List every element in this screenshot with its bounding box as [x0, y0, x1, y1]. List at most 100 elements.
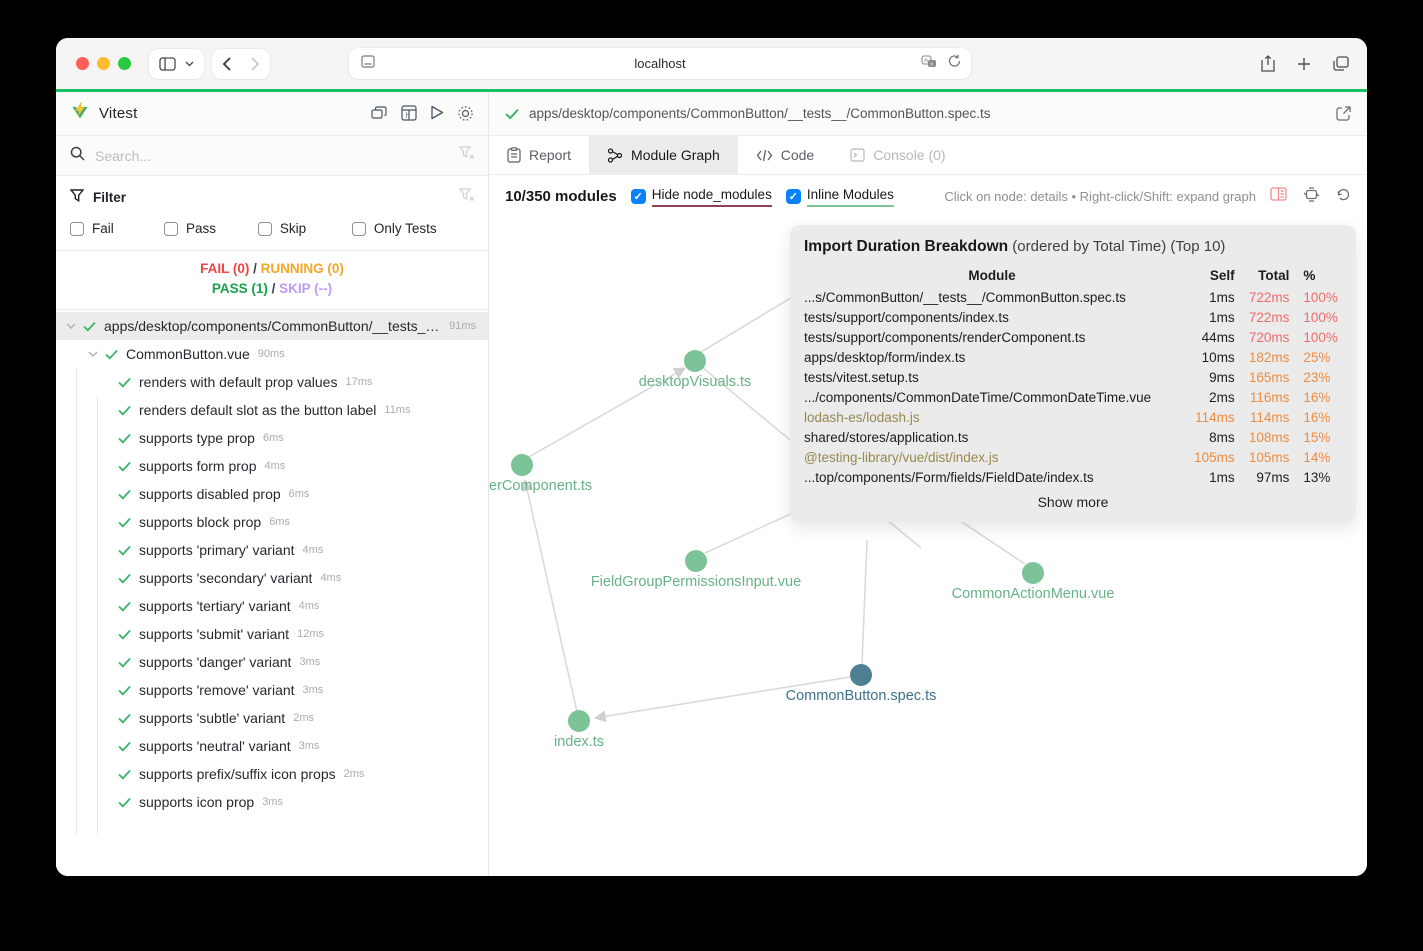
pass-check-icon	[118, 489, 131, 500]
graph-node[interactable]	[1022, 562, 1044, 584]
tab-report[interactable]: Report	[489, 136, 589, 174]
filter-label: Skip	[280, 221, 306, 236]
minimize-window-button[interactable]	[97, 57, 110, 70]
chevron-down-icon[interactable]	[66, 323, 76, 330]
test-row[interactable]: supports block prop6ms	[56, 508, 488, 536]
address-bar[interactable]: localhost Ax	[349, 48, 971, 79]
forward-icon[interactable]	[251, 57, 260, 71]
app-title: Vitest	[99, 105, 137, 122]
filter-checkbox-pass[interactable]: Pass	[164, 221, 258, 236]
skip-count: SKIP (--)	[279, 281, 332, 296]
graph-node[interactable]	[568, 710, 590, 732]
graph-node[interactable]	[850, 664, 872, 686]
graph-node-label[interactable]: erComponent.ts	[489, 478, 592, 494]
test-row[interactable]: supports 'danger' variant3ms	[56, 648, 488, 676]
tab-module-graph[interactable]: Module Graph	[589, 136, 738, 174]
filter-checkbox-fail[interactable]: Fail	[70, 221, 164, 236]
test-row[interactable]: supports type prop6ms	[56, 424, 488, 452]
test-label: supports 'secondary' variant	[139, 570, 312, 586]
clear-search-filter-icon[interactable]	[459, 146, 474, 165]
graph-node[interactable]	[685, 550, 707, 572]
clear-filter-icon[interactable]	[459, 188, 474, 207]
pass-check-icon	[118, 377, 131, 388]
graph-node[interactable]	[684, 350, 706, 372]
close-window-button[interactable]	[76, 57, 89, 70]
breakdown-row[interactable]: @testing-library/vue/dist/index.js105ms1…	[804, 447, 1342, 467]
sidebar: Vitest ⺊	[56, 92, 489, 876]
pass-check-icon	[118, 433, 131, 444]
breakdown-row[interactable]: apps/desktop/form/index.ts10ms182ms25%	[804, 347, 1342, 367]
self-cell: 1ms	[1180, 467, 1235, 487]
breakdown-row[interactable]: ...s/CommonButton/__tests__/CommonButton…	[804, 287, 1342, 307]
open-in-editor-icon[interactable]	[1336, 106, 1351, 121]
module-cell: apps/desktop/form/index.ts	[804, 347, 1180, 367]
col-self: Self	[1180, 266, 1235, 287]
breakdown-row[interactable]: .../components/CommonDateTime/CommonDate…	[804, 387, 1342, 407]
graph-node-label[interactable]: desktopVisuals.ts	[639, 374, 752, 390]
test-row[interactable]: supports prefix/suffix icon props2ms	[56, 760, 488, 788]
reload-icon[interactable]	[948, 54, 961, 73]
test-row[interactable]: supports disabled prop6ms	[56, 480, 488, 508]
filter-checkbox-skip[interactable]: Skip	[258, 221, 352, 236]
pass-check-icon	[118, 797, 131, 808]
sidebar-toggle-button[interactable]	[149, 49, 204, 79]
breakdown-row[interactable]: tests/support/components/index.ts1ms722m…	[804, 307, 1342, 327]
browser-toolbar: localhost Ax	[56, 38, 1367, 89]
tabs-overview-icon[interactable]	[1333, 56, 1349, 71]
test-row[interactable]: supports 'neutral' variant3ms	[56, 732, 488, 760]
graph-node-label[interactable]: FieldGroupPermissionsInput.vue	[591, 574, 801, 590]
tab-code[interactable]: Code	[738, 136, 832, 174]
hide-node-modules-checkbox[interactable]: ✓ Hide node_modules	[631, 187, 772, 207]
test-row[interactable]: supports 'submit' variant12ms	[56, 620, 488, 648]
new-tab-icon[interactable]	[1297, 57, 1311, 71]
back-icon[interactable]	[222, 57, 231, 71]
export-graph-icon[interactable]	[1303, 187, 1320, 207]
show-more-button[interactable]: Show more	[804, 487, 1342, 512]
test-row[interactable]: supports icon prop3ms	[56, 788, 488, 816]
theme-toggle-icon[interactable]	[457, 105, 474, 122]
test-row[interactable]: supports 'subtle' variant2ms	[56, 704, 488, 732]
module-cell: lodash-es/lodash.js	[804, 407, 1180, 427]
zoom-window-button[interactable]	[118, 57, 131, 70]
module-cell: @testing-library/vue/dist/index.js	[804, 447, 1180, 467]
breakdown-row[interactable]: shared/stores/application.ts8ms108ms15%	[804, 427, 1342, 447]
test-row[interactable]: renders with default prop values17ms	[56, 368, 488, 396]
total-cell: 114ms	[1235, 407, 1290, 427]
self-cell: 8ms	[1180, 427, 1235, 447]
breakdown-row[interactable]: ...top/components/Form/fields/FieldDate/…	[804, 467, 1342, 487]
test-row[interactable]: supports 'secondary' variant4ms	[56, 564, 488, 592]
test-row[interactable]: supports 'primary' variant4ms	[56, 536, 488, 564]
dashboard-icon[interactable]: ⺊	[401, 105, 417, 122]
run-all-icon[interactable]	[430, 105, 444, 122]
graph-node-label[interactable]: CommonActionMenu.vue	[952, 586, 1115, 602]
translate-icon[interactable]: Ax	[921, 55, 937, 73]
inline-modules-checkbox[interactable]: ✓ Inline Modules	[786, 187, 894, 207]
test-row[interactable]: supports 'tertiary' variant 4ms	[56, 592, 488, 620]
breakdown-row[interactable]: tests/vitest.setup.ts9ms165ms23%	[804, 367, 1342, 387]
graph-node[interactable]	[511, 454, 533, 476]
test-label: supports 'tertiary' variant	[139, 598, 291, 614]
tree-row-file[interactable]: apps/desktop/components/CommonButton/__t…	[56, 312, 488, 340]
breakdown-row[interactable]: lodash-es/lodash.js114ms114ms16%	[804, 407, 1342, 427]
test-row[interactable]: renders default slot as the button label…	[56, 396, 488, 424]
chevron-down-icon[interactable]	[88, 351, 98, 358]
test-row[interactable]: supports 'remove' variant3ms	[56, 676, 488, 704]
breakdown-row[interactable]: tests/support/components/renderComponent…	[804, 327, 1342, 347]
col-module: Module	[804, 266, 1180, 287]
tree-row-suite[interactable]: CommonButton.vue 90ms	[56, 340, 488, 368]
legend-icon[interactable]	[1270, 187, 1287, 206]
total-cell: 722ms	[1235, 287, 1290, 307]
reset-graph-icon[interactable]	[1336, 187, 1351, 207]
filter-checkbox-only-tests[interactable]: Only Tests	[352, 221, 474, 236]
collapse-all-icon[interactable]	[371, 105, 388, 122]
url-text[interactable]: localhost	[349, 56, 971, 71]
tab-console[interactable]: Console (0)	[832, 136, 963, 174]
test-row[interactable]: supports form prop4ms	[56, 452, 488, 480]
module-graph-canvas[interactable]: Import Duration Breakdown (ordered by To…	[489, 218, 1367, 876]
graph-node-label[interactable]: index.ts	[554, 734, 604, 750]
graph-node-label[interactable]: CommonButton.spec.ts	[786, 688, 937, 704]
duration: 4ms	[299, 600, 320, 612]
share-icon[interactable]	[1261, 55, 1275, 72]
module-cell: .../components/CommonDateTime/CommonDate…	[804, 387, 1180, 407]
search-input[interactable]	[95, 148, 459, 164]
